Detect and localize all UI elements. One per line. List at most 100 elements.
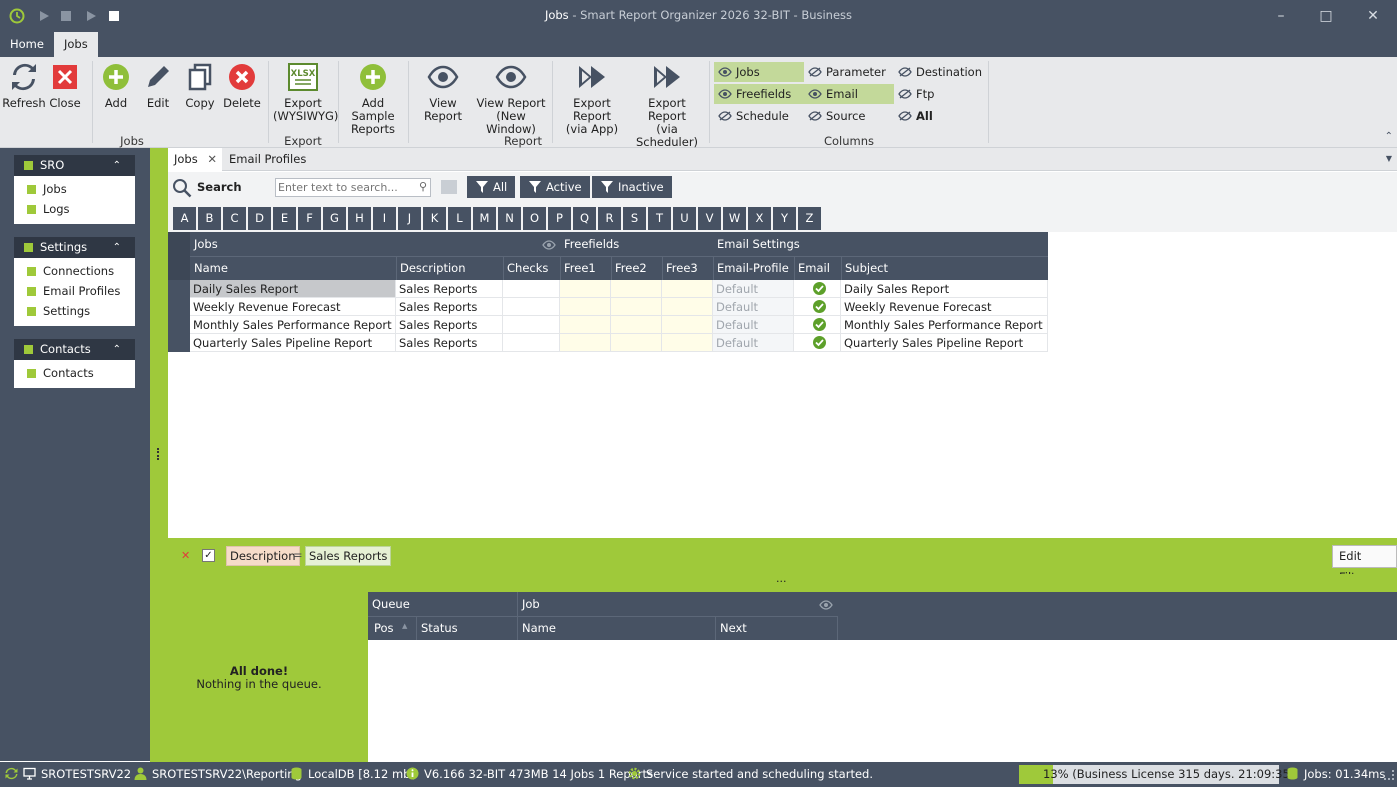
doc-tab-email-profiles[interactable]: Email Profiles [223, 148, 312, 171]
letter-button-c[interactable]: C [223, 207, 246, 230]
cell-checks[interactable] [503, 334, 560, 352]
cell-free3[interactable] [662, 334, 713, 352]
cell-subject[interactable]: Weekly Revenue Forecast [841, 298, 1048, 316]
cell-email[interactable] [794, 316, 841, 334]
cell-subject[interactable]: Monthly Sales Performance Report [841, 316, 1048, 334]
column-header-pos[interactable]: Pos [370, 617, 394, 639]
cell-free2[interactable] [611, 280, 662, 298]
sidebar-item-jobs[interactable]: Jobs [14, 179, 135, 199]
table-row[interactable]: Daily Sales Report Sales Reports Default Da… [168, 280, 1048, 298]
column-header-free3[interactable]: Free3 [662, 257, 698, 279]
export-report-scheduler-button[interactable]: Export Report (via Scheduler) [630, 61, 704, 149]
add-button[interactable]: Add [100, 61, 132, 110]
vertical-splitter[interactable] [150, 148, 168, 538]
nav-header-settings[interactable]: Settings ⌃ [14, 237, 135, 258]
cell-free1[interactable] [560, 334, 611, 352]
column-header-subject[interactable]: Subject [841, 257, 888, 279]
cell-free2[interactable] [611, 316, 662, 334]
case-sensitive-icon[interactable] [441, 180, 457, 194]
letter-button-p[interactable]: P [548, 207, 571, 230]
cell-name[interactable]: Weekly Revenue Forecast [190, 298, 396, 316]
column-header-email[interactable]: Email [794, 257, 830, 279]
view-report-button[interactable]: View Report [412, 61, 474, 123]
column-toggle-destination[interactable]: Destination [894, 62, 984, 82]
column-toggle-freefields[interactable]: Freefields [714, 84, 804, 104]
letter-button-k[interactable]: K [423, 207, 446, 230]
filter-enabled-checkbox[interactable]: ✓ [202, 549, 215, 562]
cell-free3[interactable] [662, 298, 713, 316]
eye-icon[interactable] [819, 600, 833, 610]
cell-free1[interactable] [560, 316, 611, 334]
letter-button-z[interactable]: Z [798, 207, 821, 230]
letter-button-q[interactable]: Q [573, 207, 596, 230]
band-queue[interactable]: Queue [368, 593, 410, 615]
letter-button-r[interactable]: R [598, 207, 621, 230]
column-header-name[interactable]: Name [190, 257, 228, 279]
letter-button-d[interactable]: D [248, 207, 271, 230]
cell-description[interactable]: Sales Reports [396, 280, 503, 298]
column-toggle-jobs[interactable]: Jobs [714, 62, 804, 82]
filter-field[interactable]: Description [226, 546, 300, 566]
letter-button-w[interactable]: W [723, 207, 746, 230]
close-tab-icon[interactable]: ✕ [207, 148, 217, 171]
cell-email[interactable] [794, 334, 841, 352]
tab-home[interactable]: Home [0, 32, 54, 57]
cell-checks[interactable] [503, 280, 560, 298]
refresh-button[interactable]: Refresh [2, 61, 46, 110]
column-header-free2[interactable]: Free2 [611, 257, 647, 279]
table-row[interactable]: Weekly Revenue Forecast Sales Reports Defa… [168, 298, 1048, 316]
cell-description[interactable]: Sales Reports [396, 316, 503, 334]
letter-button-a[interactable]: A [173, 207, 196, 230]
table-row[interactable]: Quarterly Sales Pipeline Report Sales Rep… [168, 334, 1048, 352]
sidebar-item-logs[interactable]: Logs [14, 199, 135, 219]
close-window-button[interactable]: ✕ [1363, 6, 1383, 26]
cell-subject[interactable]: Quarterly Sales Pipeline Report [841, 334, 1048, 352]
letter-button-b[interactable]: B [198, 207, 221, 230]
clear-filter-icon[interactable]: ✕ [181, 549, 190, 562]
cell-profile[interactable]: Default [713, 316, 794, 334]
cell-checks[interactable] [503, 298, 560, 316]
cell-profile[interactable]: Default [713, 298, 794, 316]
column-header-status[interactable]: Status [417, 617, 458, 639]
letter-button-y[interactable]: Y [773, 207, 796, 230]
eye-icon[interactable] [542, 240, 556, 250]
band-jobs[interactable]: Jobs [190, 233, 218, 255]
cell-checks[interactable] [503, 316, 560, 334]
filter-all-button[interactable]: All [467, 176, 516, 198]
cell-description[interactable]: Sales Reports [396, 298, 503, 316]
doc-tab-jobs[interactable]: Jobs ✕ [168, 148, 222, 171]
sidebar-item-settings[interactable]: Settings [14, 301, 135, 321]
column-toggle-parameter[interactable]: Parameter [804, 62, 894, 82]
letter-button-v[interactable]: V [698, 207, 721, 230]
tab-dropdown-icon[interactable]: ▼ [1386, 154, 1392, 163]
cell-email[interactable] [794, 280, 841, 298]
filter-value[interactable]: Sales Reports [305, 546, 392, 566]
edit-button[interactable]: Edit [142, 61, 174, 110]
column-header-free1[interactable]: Free1 [560, 257, 596, 279]
cell-free2[interactable] [611, 298, 662, 316]
letter-button-t[interactable]: T [648, 207, 671, 230]
cell-profile[interactable]: Default [713, 334, 794, 352]
cell-free1[interactable] [560, 280, 611, 298]
letter-button-f[interactable]: F [298, 207, 321, 230]
delete-button[interactable]: Delete [223, 61, 261, 110]
column-header-description[interactable]: Description [396, 257, 466, 279]
nav-header-contacts[interactable]: Contacts ⌃ [14, 339, 135, 360]
export-wysiwyg-button[interactable]: XLSX Export (WYSIWYG) [273, 61, 338, 123]
table-row[interactable]: Monthly Sales Performance Report Sales Re… [168, 316, 1048, 334]
sidebar-item-email-profiles[interactable]: Email Profiles [14, 281, 135, 301]
cell-free1[interactable] [560, 298, 611, 316]
maximize-button[interactable]: □ [1316, 6, 1336, 26]
cell-free2[interactable] [611, 334, 662, 352]
letter-button-n[interactable]: N [498, 207, 521, 230]
nav-header-sro[interactable]: SRO ⌃ [14, 155, 135, 176]
cell-profile[interactable]: Default [713, 280, 794, 298]
search-input[interactable] [276, 179, 414, 196]
letter-button-j[interactable]: J [398, 207, 421, 230]
column-header-next[interactable]: Next [716, 617, 747, 639]
column-toggle-schedule[interactable]: Schedule [714, 106, 804, 126]
column-toggle-source[interactable]: Source [804, 106, 894, 126]
export-report-app-button[interactable]: Export Report (via App) [556, 61, 628, 136]
edit-filter-button[interactable]: Edit Filter [1332, 545, 1397, 584]
sidebar-item-connections[interactable]: Connections [14, 261, 135, 281]
